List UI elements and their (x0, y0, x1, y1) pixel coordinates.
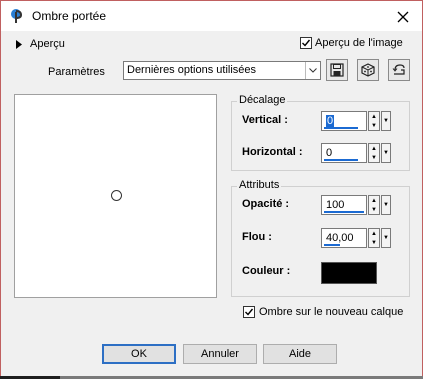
opacity-value: 100 (326, 199, 345, 211)
horizontal-spinner[interactable]: ▲ ▼ (368, 143, 380, 163)
dice-icon (361, 63, 375, 77)
preview-on-image-label: Aperçu de l'image (315, 37, 403, 49)
color-label: Couleur : (242, 265, 291, 277)
horizontal-value: 0 (326, 147, 333, 159)
save-preset-button[interactable] (326, 59, 348, 81)
vertical-dropdown-icon[interactable]: ▼ (381, 111, 391, 131)
horizontal-input[interactable]: 0 (321, 143, 367, 163)
spin-up-icon[interactable]: ▲ (369, 229, 379, 238)
app-icon (10, 8, 26, 24)
params-label: Paramètres (48, 66, 105, 78)
vertical-spinner[interactable]: ▲ ▼ (368, 111, 380, 131)
dialog-window: Ombre portée Aperçu Aperçu de l'image Pa… (0, 0, 423, 377)
vertical-label: Vertical : (242, 114, 288, 126)
window-title: Ombre portée (32, 9, 107, 23)
preview-expander-label: Aperçu (30, 38, 65, 50)
blur-input[interactable]: 40,00 (321, 228, 367, 248)
preview-on-image-checkbox[interactable]: Aperçu de l'image (300, 37, 403, 49)
spin-up-icon[interactable]: ▲ (369, 196, 379, 205)
blur-value: 40,00 (326, 232, 354, 244)
help-button[interactable]: Aide (263, 344, 337, 364)
spin-down-icon[interactable]: ▼ (369, 205, 379, 214)
preview-target-icon[interactable] (111, 190, 122, 201)
offset-group-title: Décalage (237, 94, 288, 106)
preview-expander[interactable]: Aperçu (16, 38, 65, 50)
spin-down-icon[interactable]: ▼ (369, 121, 379, 130)
spin-up-icon[interactable]: ▲ (369, 144, 379, 153)
preview-canvas[interactable] (14, 94, 217, 298)
checkmark-icon (302, 39, 311, 47)
chevron-down-icon[interactable] (305, 62, 320, 79)
params-select-value: Dernières options utilisées (127, 64, 257, 76)
title-bar[interactable]: Ombre portée (1, 1, 422, 31)
shadow-color-swatch[interactable] (321, 262, 377, 284)
opacity-label: Opacité : (242, 198, 290, 210)
horizontal-dropdown-icon[interactable]: ▼ (381, 143, 391, 163)
ok-button[interactable]: OK (102, 344, 176, 364)
checkbox-box[interactable] (300, 37, 312, 49)
close-icon[interactable] (392, 6, 414, 28)
vertical-value: 0 (326, 115, 335, 127)
horizontal-label: Horizontal : (242, 146, 303, 158)
new-layer-label: Ombre sur le nouveau calque (259, 306, 404, 318)
opacity-dropdown-icon[interactable]: ▼ (381, 195, 391, 215)
attributes-group-title: Attributs (237, 179, 282, 191)
new-layer-checkbox[interactable]: Ombre sur le nouveau calque (243, 306, 403, 318)
save-icon (330, 63, 344, 77)
checkbox-box[interactable] (243, 306, 255, 318)
checkmark-icon (245, 308, 254, 316)
opacity-input[interactable]: 100 (321, 195, 367, 215)
expand-arrow-icon (16, 39, 22, 49)
cancel-button[interactable]: Annuler (183, 344, 257, 364)
opacity-spinner[interactable]: ▲ ▼ (368, 195, 380, 215)
spin-up-icon[interactable]: ▲ (369, 112, 379, 121)
params-select[interactable]: Dernières options utilisées (123, 61, 321, 80)
blur-dropdown-icon[interactable]: ▼ (381, 228, 391, 248)
vertical-input[interactable]: 0 (321, 111, 367, 131)
blur-label: Flou : (242, 231, 272, 243)
blur-spinner[interactable]: ▲ ▼ (368, 228, 380, 248)
spin-down-icon[interactable]: ▼ (369, 238, 379, 247)
random-preset-button[interactable] (357, 59, 379, 81)
reset-icon (392, 64, 405, 75)
reset-preset-button[interactable] (388, 59, 410, 81)
spin-down-icon[interactable]: ▼ (369, 153, 379, 162)
